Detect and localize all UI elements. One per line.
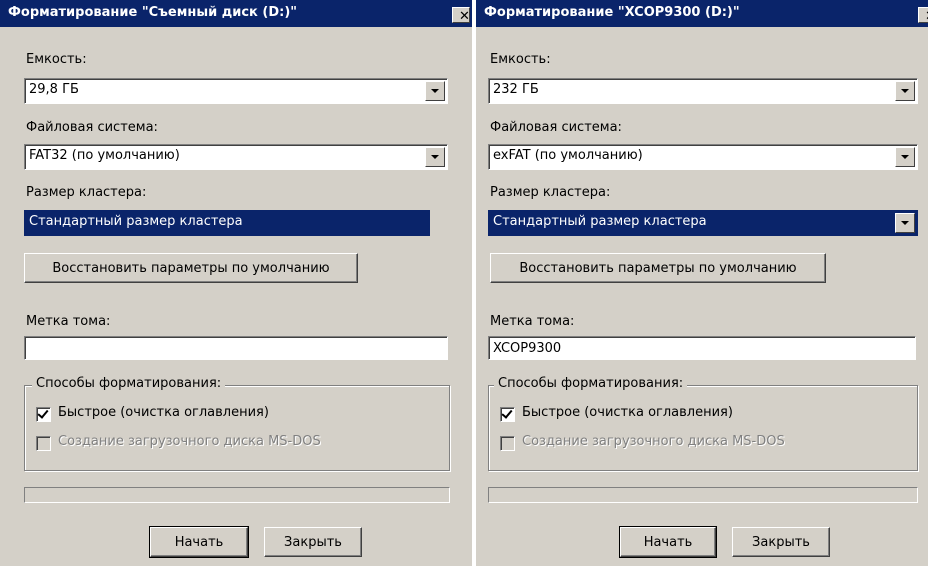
filesystem-label: Файловая система: (490, 120, 622, 135)
title-close-button[interactable]: ✕ (918, 7, 928, 24)
format-dialog-removable-disk: Форматирование "Съемный диск (D:)" ✕ Емк… (0, 0, 472, 566)
format-options-group (24, 385, 450, 471)
title-bar[interactable]: Форматирование "Съемный диск (D:)" ✕ (0, 0, 472, 27)
close-icon: ✕ (459, 9, 470, 24)
restore-defaults-button[interactable]: Восстановить параметры по умолчанию (24, 253, 358, 283)
capacity-value: 232 ГБ (493, 82, 539, 97)
cluster-size-label: Размер кластера: (26, 185, 147, 200)
close-button[interactable]: Закрыть (732, 527, 830, 557)
cluster-size-label: Размер кластера: (490, 185, 611, 200)
cluster-size-select[interactable]: Стандартный размер кластера (488, 210, 918, 236)
msdos-boot-checkbox[interactable] (500, 436, 515, 451)
capacity-label: Емкость: (490, 52, 551, 67)
title-close-button[interactable]: ✕ (452, 7, 470, 24)
msdos-boot-checkbox[interactable] (36, 436, 51, 451)
capacity-select[interactable]: 29,8 ГБ (24, 78, 448, 104)
capacity-value: 29,8 ГБ (29, 82, 79, 97)
chevron-down-icon[interactable] (895, 213, 915, 233)
restore-defaults-button[interactable]: Восстановить параметры по умолчанию (490, 253, 826, 283)
quick-format-label[interactable]: Быстрое (очистка оглавления) (58, 405, 269, 420)
filesystem-select[interactable]: exFAT (по умолчанию) (488, 144, 918, 170)
volume-label-label: Метка тома: (490, 314, 575, 329)
capacity-label: Емкость: (26, 52, 87, 67)
format-options-group (488, 385, 918, 471)
window-title: Форматирование "Съемный диск (D:)" (8, 5, 298, 20)
volume-label-input[interactable] (24, 336, 448, 360)
chevron-down-icon[interactable] (895, 81, 915, 101)
msdos-boot-label: Создание загрузочного диска MS-DOS (58, 434, 321, 449)
format-options-label: Способы форматирования: (494, 376, 688, 391)
format-progress-bar (488, 487, 918, 503)
filesystem-value: exFAT (по умолчанию) (493, 148, 643, 163)
format-dialog-xcop9300: Форматирование "XCOP9300 (D:)" ✕ Емкость… (476, 0, 928, 566)
cluster-size-select[interactable]: Стандартный размер кластера (24, 210, 430, 236)
volume-label-input[interactable] (488, 336, 916, 360)
start-button[interactable]: Начать (619, 526, 717, 558)
quick-format-checkbox[interactable] (500, 407, 515, 422)
chevron-down-icon[interactable] (895, 147, 915, 167)
filesystem-select[interactable]: FAT32 (по умолчанию) (24, 144, 448, 170)
cluster-size-value: Стандартный размер кластера (493, 214, 707, 229)
capacity-select[interactable]: 232 ГБ (488, 78, 918, 104)
filesystem-value: FAT32 (по умолчанию) (29, 148, 180, 163)
filesystem-label: Файловая система: (26, 120, 158, 135)
format-options-label: Способы форматирования: (32, 376, 226, 391)
title-bar[interactable]: Форматирование "XCOP9300 (D:)" ✕ (476, 0, 928, 27)
cluster-size-value: Стандартный размер кластера (29, 214, 243, 229)
window-title: Форматирование "XCOP9300 (D:)" (484, 5, 740, 20)
close-button[interactable]: Закрыть (264, 527, 362, 557)
chevron-down-icon[interactable] (425, 147, 445, 167)
quick-format-checkbox[interactable] (36, 407, 51, 422)
volume-label-label: Метка тома: (26, 314, 111, 329)
format-progress-bar (24, 487, 450, 503)
quick-format-label[interactable]: Быстрое (очистка оглавления) (522, 405, 733, 420)
msdos-boot-label: Создание загрузочного диска MS-DOS (522, 434, 785, 449)
start-button[interactable]: Начать (149, 526, 249, 558)
chevron-down-icon[interactable] (425, 81, 445, 101)
